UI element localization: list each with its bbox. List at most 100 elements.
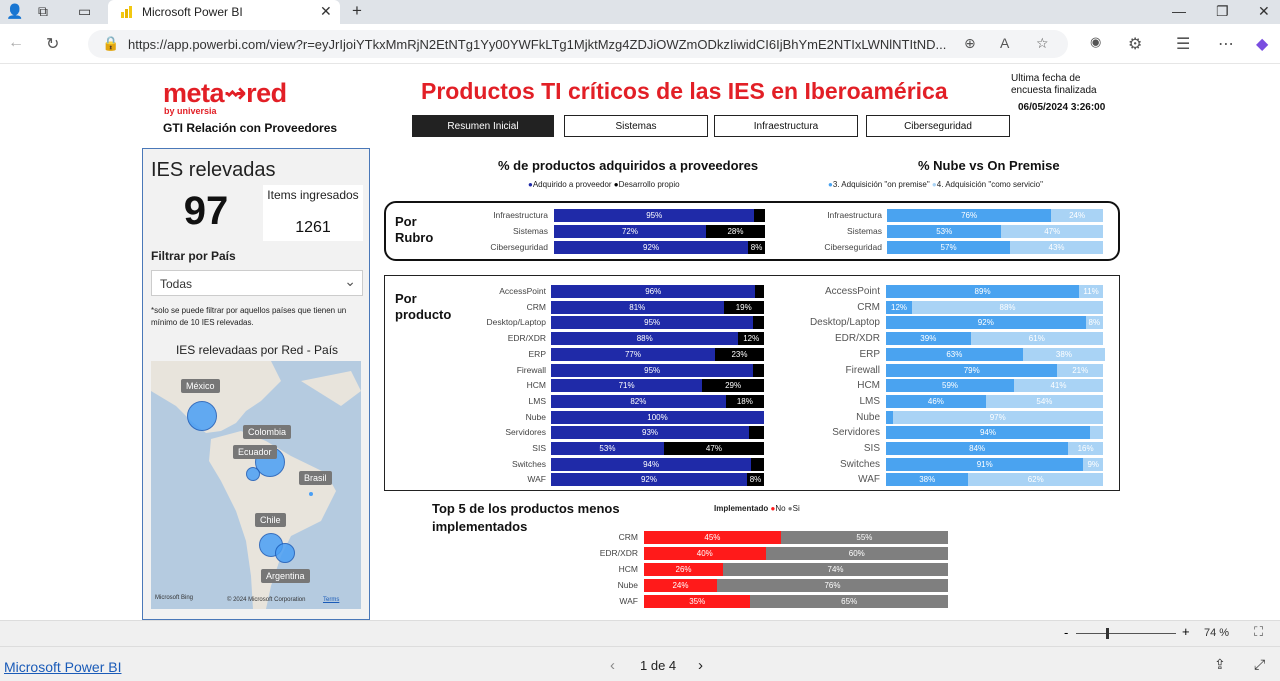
argentina-bubble[interactable] [275,543,295,563]
top5-segment[interactable]: 76% [716,579,948,592]
producto-nube-segment[interactable]: 84% [886,442,1069,455]
zoom-slider[interactable] [1076,633,1176,634]
zoom-out-button[interactable]: - [1064,625,1068,640]
rubro-proveedor-segment[interactable]: 95% [554,209,755,222]
producto-proveedor-bar[interactable]: 92% 8% [551,473,764,486]
restore-icon[interactable]: ❐ [1216,3,1229,20]
producto-nube-segment[interactable] [1089,426,1103,439]
prev-page-icon[interactable]: ‹ [610,657,615,674]
producto-nube-segment[interactable]: 89% [886,285,1080,298]
close-tab-icon[interactable]: ✕ [320,3,332,20]
refresh-icon[interactable]: ↻ [46,34,59,54]
producto-proveedor-segment[interactable]: 19% [723,301,764,314]
producto-nube-bar[interactable]: 59% 41% [886,379,1103,392]
producto-nube-bar[interactable]: 38% 62% [886,473,1103,486]
favorite-star-icon[interactable]: ☆ [1036,35,1049,52]
next-page-icon[interactable]: › [698,657,703,674]
producto-proveedor-segment[interactable]: 95% [551,316,754,329]
zoom-page-icon[interactable]: ⊕ [964,35,976,52]
top5-segment[interactable]: 24% [644,579,717,592]
read-aloud-icon[interactable]: A [1000,35,1009,51]
ecuador-bubble[interactable] [246,467,260,481]
tab-infraestructura[interactable]: Infraestructura [714,115,858,137]
producto-nube-bar[interactable]: 12% 88% [886,301,1103,314]
producto-nube-bar[interactable]: 79% 21% [886,364,1103,377]
producto-proveedor-bar[interactable]: 95% [551,364,764,377]
producto-proveedor-segment[interactable]: 18% [725,395,764,408]
producto-proveedor-segment[interactable]: 47% [663,442,764,455]
producto-proveedor-segment[interactable]: 71% [551,379,703,392]
top5-segment[interactable]: 74% [723,563,948,576]
top5-segment[interactable]: 60% [765,547,948,560]
minimize-icon[interactable]: — [1172,3,1186,19]
producto-nube-segment[interactable]: 41% [1014,379,1103,392]
share-icon[interactable]: ⇪ [1214,656,1226,673]
top5-segment[interactable]: 55% [780,531,948,544]
fit-page-icon[interactable]: ⛶ [1254,624,1263,640]
producto-nube-segment[interactable]: 63% [886,348,1023,361]
copilot-icon[interactable]: ◆ [1256,34,1268,54]
producto-nube-segment[interactable]: 9% [1083,458,1103,471]
record-icon[interactable]: ◉ [1090,34,1101,50]
producto-nube-segment[interactable]: 11% [1079,285,1103,298]
producto-proveedor-segment[interactable]: 92% [551,473,747,486]
top5-bar[interactable]: 26% 74% [644,563,948,576]
rubro-nube-segment[interactable]: 76% [887,209,1052,222]
producto-nube-bar[interactable]: 92% 8% [886,316,1103,329]
zoom-slider-thumb[interactable] [1106,628,1109,639]
producto-nube-segment[interactable]: 46% [886,395,986,408]
powerbi-link[interactable]: Microsoft Power BI [4,659,121,675]
producto-proveedor-bar[interactable]: 82% 18% [551,395,764,408]
producto-proveedor-segment[interactable]: 29% [702,379,764,392]
fullscreen-icon[interactable]: ⤢ [1254,656,1265,673]
more-icon[interactable]: ⋯ [1218,34,1234,54]
rubro-nube-segment[interactable]: 57% [887,241,1011,254]
producto-nube-bar[interactable]: 94% [886,426,1103,439]
producto-proveedor-segment[interactable]: 81% [551,301,724,314]
producto-proveedor-segment[interactable]: 94% [551,458,752,471]
rubro-proveedor-bar[interactable]: 95% [554,209,765,222]
producto-proveedor-bar[interactable]: 96% [551,285,764,298]
top5-bar[interactable]: 40% 60% [644,547,948,560]
map-terms-link[interactable]: Terms [323,597,339,603]
producto-nube-segment[interactable]: 92% [886,316,1086,329]
producto-nube-bar[interactable]: 91% 9% [886,458,1103,471]
top5-bar[interactable]: 35% 65% [644,595,948,608]
producto-proveedor-bar[interactable]: 93% [551,426,764,439]
tab-actions-icon[interactable]: ▭ [78,3,91,20]
producto-nube-segment[interactable]: 39% [886,332,971,345]
producto-proveedor-bar[interactable]: 100% [551,411,764,424]
producto-proveedor-segment[interactable]: 93% [551,426,750,439]
profile-icon[interactable]: 👤 [6,3,23,20]
producto-proveedor-bar[interactable]: 88% 12% [551,332,764,345]
producto-nube-bar[interactable]: 63% 38% [886,348,1106,361]
rubro-proveedor-segment[interactable]: 8% [748,241,765,254]
lock-icon[interactable]: 🔒 [102,35,119,52]
rubro-nube-bar[interactable]: 53% 47% [887,225,1103,238]
workspaces-icon[interactable]: ⧉ [38,3,48,20]
top5-segment[interactable]: 45% [644,531,781,544]
producto-nube-segment[interactable]: 79% [886,364,1058,377]
producto-nube-bar[interactable]: 89% 11% [886,285,1103,298]
producto-proveedor-bar[interactable]: 71% 29% [551,379,764,392]
tab-sistemas[interactable]: Sistemas [564,115,708,137]
rubro-proveedor-segment[interactable]: 92% [554,241,749,254]
producto-nube-segment[interactable]: 59% [886,379,1015,392]
producto-nube-segment[interactable]: 91% [886,458,1084,471]
producto-nube-segment[interactable]: 21% [1057,364,1103,377]
top5-segment[interactable]: 26% [644,563,724,576]
producto-proveedor-segment[interactable]: 96% [551,285,756,298]
producto-proveedor-segment[interactable]: 100% [551,411,764,424]
producto-nube-segment[interactable]: 38% [886,473,969,486]
producto-nube-segment[interactable]: 61% [970,332,1103,345]
producto-proveedor-segment[interactable]: 53% [551,442,664,455]
producto-nube-segment[interactable]: 62% [968,473,1103,486]
mexico-bubble[interactable] [187,401,217,431]
producto-proveedor-bar[interactable]: 53% 47% [551,442,764,455]
producto-proveedor-bar[interactable]: 77% 23% [551,348,764,361]
rubro-nube-segment[interactable]: 47% [1001,225,1103,238]
producto-proveedor-segment[interactable]: 95% [551,364,754,377]
browser-tab[interactable]: Microsoft Power BI ✕ [108,0,340,24]
producto-nube-segment[interactable]: 8% [1085,316,1103,329]
tab-resumen-inicial[interactable]: Resumen Inicial [412,115,554,137]
